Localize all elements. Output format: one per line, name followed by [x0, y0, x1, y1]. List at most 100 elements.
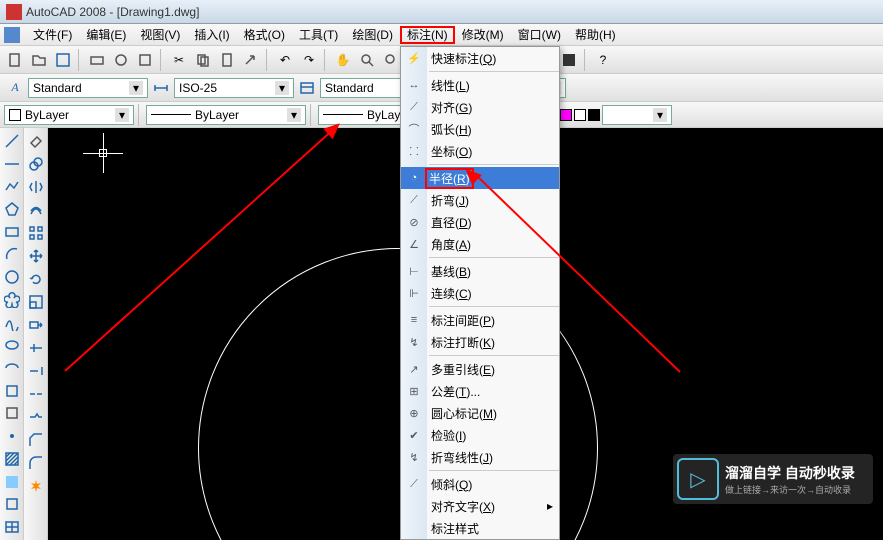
menu-item[interactable]: 修改(M) — [455, 26, 511, 44]
move-tool[interactable] — [25, 245, 47, 267]
circle-tool[interactable] — [1, 266, 23, 288]
ellipse-arc-tool[interactable] — [1, 357, 23, 379]
text-style-combo[interactable]: Standard ▾ — [28, 78, 148, 98]
menu-item[interactable]: 标注样式 — [401, 517, 559, 539]
calc-button[interactable] — [558, 49, 580, 71]
system-menu-icon[interactable] — [4, 27, 20, 43]
line-tool[interactable] — [1, 130, 23, 152]
menu-item[interactable]: 编辑(E) — [79, 26, 133, 44]
ellipse-tool[interactable] — [1, 334, 23, 356]
table-style-button[interactable] — [296, 77, 318, 99]
rectangle-tool[interactable] — [1, 221, 23, 243]
xline-tool[interactable] — [1, 153, 23, 175]
menu-item[interactable]: ⸬坐标(O) — [401, 140, 559, 162]
fillet-tool[interactable] — [25, 452, 47, 474]
mirror-tool[interactable] — [25, 176, 47, 198]
menu-item[interactable]: ↯标注打断(K) — [401, 331, 559, 353]
new-button[interactable] — [4, 49, 26, 71]
open-button[interactable] — [28, 49, 50, 71]
stretch-tool[interactable] — [25, 314, 47, 336]
help-button[interactable]: ? — [592, 49, 614, 71]
text-style-button[interactable]: A — [4, 77, 26, 99]
swatch-white[interactable] — [574, 109, 586, 121]
menu-item[interactable]: 文件(F) — [26, 26, 79, 44]
menu-item[interactable]: 帮助(H) — [568, 26, 623, 44]
menu-item[interactable]: ✔检验(I) — [401, 424, 559, 446]
menu-item-label: 对齐(G) — [425, 99, 472, 116]
make-block-tool[interactable] — [1, 403, 23, 425]
dim-style-combo[interactable]: ISO-25 ▾ — [174, 78, 294, 98]
region-tool[interactable] — [1, 494, 23, 516]
menu-item[interactable]: ↗多重引线(E) — [401, 358, 559, 380]
swatch-magenta[interactable] — [560, 109, 572, 121]
plot-preview-button[interactable] — [110, 49, 132, 71]
menu-item[interactable]: ≡标注间距(P) — [401, 309, 559, 331]
chamfer-tool[interactable] — [25, 429, 47, 451]
zoom-window-button[interactable] — [380, 49, 402, 71]
menu-item[interactable]: ⊞公差(T)... — [401, 380, 559, 402]
insert-block-tool[interactable] — [1, 380, 23, 402]
swatch-black[interactable] — [588, 109, 600, 121]
erase-tool[interactable] — [25, 130, 47, 152]
array-tool[interactable] — [25, 222, 47, 244]
menu-item[interactable]: 格式(O) — [237, 26, 292, 44]
linetype-combo[interactable]: ByLayer ▾ — [146, 105, 306, 125]
menu-item[interactable]: 绘图(D) — [345, 26, 400, 44]
copy-button[interactable] — [192, 49, 214, 71]
menu-item[interactable]: ↯折弯线性(J) — [401, 446, 559, 468]
menu-item-label: 多重引线(E) — [425, 361, 495, 378]
gradient-tool[interactable] — [1, 471, 23, 493]
revcloud-tool[interactable] — [1, 289, 23, 311]
menu-item[interactable]: ⟋倾斜(Q) — [401, 473, 559, 495]
explode-tool[interactable] — [25, 475, 47, 497]
redo-button[interactable]: ↷ — [298, 49, 320, 71]
polygon-tool[interactable] — [1, 198, 23, 220]
offset-tool[interactable] — [25, 199, 47, 221]
hatch-tool[interactable] — [1, 448, 23, 470]
menu-item[interactable]: ⚡快速标注(Q) — [401, 47, 559, 69]
undo-button[interactable]: ↶ — [274, 49, 296, 71]
menu-item[interactable]: 工具(T) — [292, 26, 345, 44]
menu-item[interactable]: 窗口(W) — [511, 26, 568, 44]
menu-item[interactable]: ⌒弧长(H) — [401, 118, 559, 140]
menu-separator — [429, 257, 559, 258]
modify-toolbar — [24, 128, 48, 540]
menu-item[interactable]: 插入(I) — [187, 26, 236, 44]
color-combo[interactable]: ByLayer ▾ — [4, 105, 134, 125]
save-button[interactable] — [52, 49, 74, 71]
pan-button[interactable]: ✋ — [332, 49, 354, 71]
menu-item[interactable]: 视图(V) — [133, 26, 187, 44]
menu-item[interactable]: ⊩连续(C) — [401, 282, 559, 304]
dim-style-button[interactable] — [150, 77, 172, 99]
join-tool[interactable] — [25, 406, 47, 428]
menu-item[interactable]: 标注(N) — [400, 26, 455, 44]
menu-item[interactable]: ∠角度(A) — [401, 233, 559, 255]
cut-button[interactable]: ✂ — [168, 49, 190, 71]
print-button[interactable] — [86, 49, 108, 71]
rotate-tool[interactable] — [25, 268, 47, 290]
extend-tool[interactable] — [25, 360, 47, 382]
menu-item[interactable]: ◔半径(R) — [401, 167, 559, 189]
plot-style-combo[interactable]: ▾ — [602, 105, 672, 125]
menu-item[interactable]: ⟋对齐(G) — [401, 96, 559, 118]
menu-item-icon: ⸬ — [403, 144, 425, 159]
break-tool[interactable] — [25, 383, 47, 405]
match-button[interactable] — [240, 49, 262, 71]
publish-button[interactable] — [134, 49, 156, 71]
menu-item[interactable]: ⟋折弯(J) — [401, 189, 559, 211]
menu-item[interactable]: ↔线性(L) — [401, 74, 559, 96]
arc-tool[interactable] — [1, 244, 23, 266]
polyline-tool[interactable] — [1, 175, 23, 197]
scale-tool[interactable] — [25, 291, 47, 313]
copy-tool[interactable] — [25, 153, 47, 175]
menu-item[interactable]: ⊢基线(B) — [401, 260, 559, 282]
zoom-realtime-button[interactable] — [356, 49, 378, 71]
spline-tool[interactable] — [1, 312, 23, 334]
menu-item[interactable]: ⊘直径(D) — [401, 211, 559, 233]
trim-tool[interactable] — [25, 337, 47, 359]
table-tool[interactable] — [1, 516, 23, 538]
paste-button[interactable] — [216, 49, 238, 71]
menu-item[interactable]: ⊕圆心标记(M) — [401, 402, 559, 424]
menu-item-label: 检验(I) — [425, 427, 466, 444]
point-tool[interactable] — [1, 425, 23, 447]
